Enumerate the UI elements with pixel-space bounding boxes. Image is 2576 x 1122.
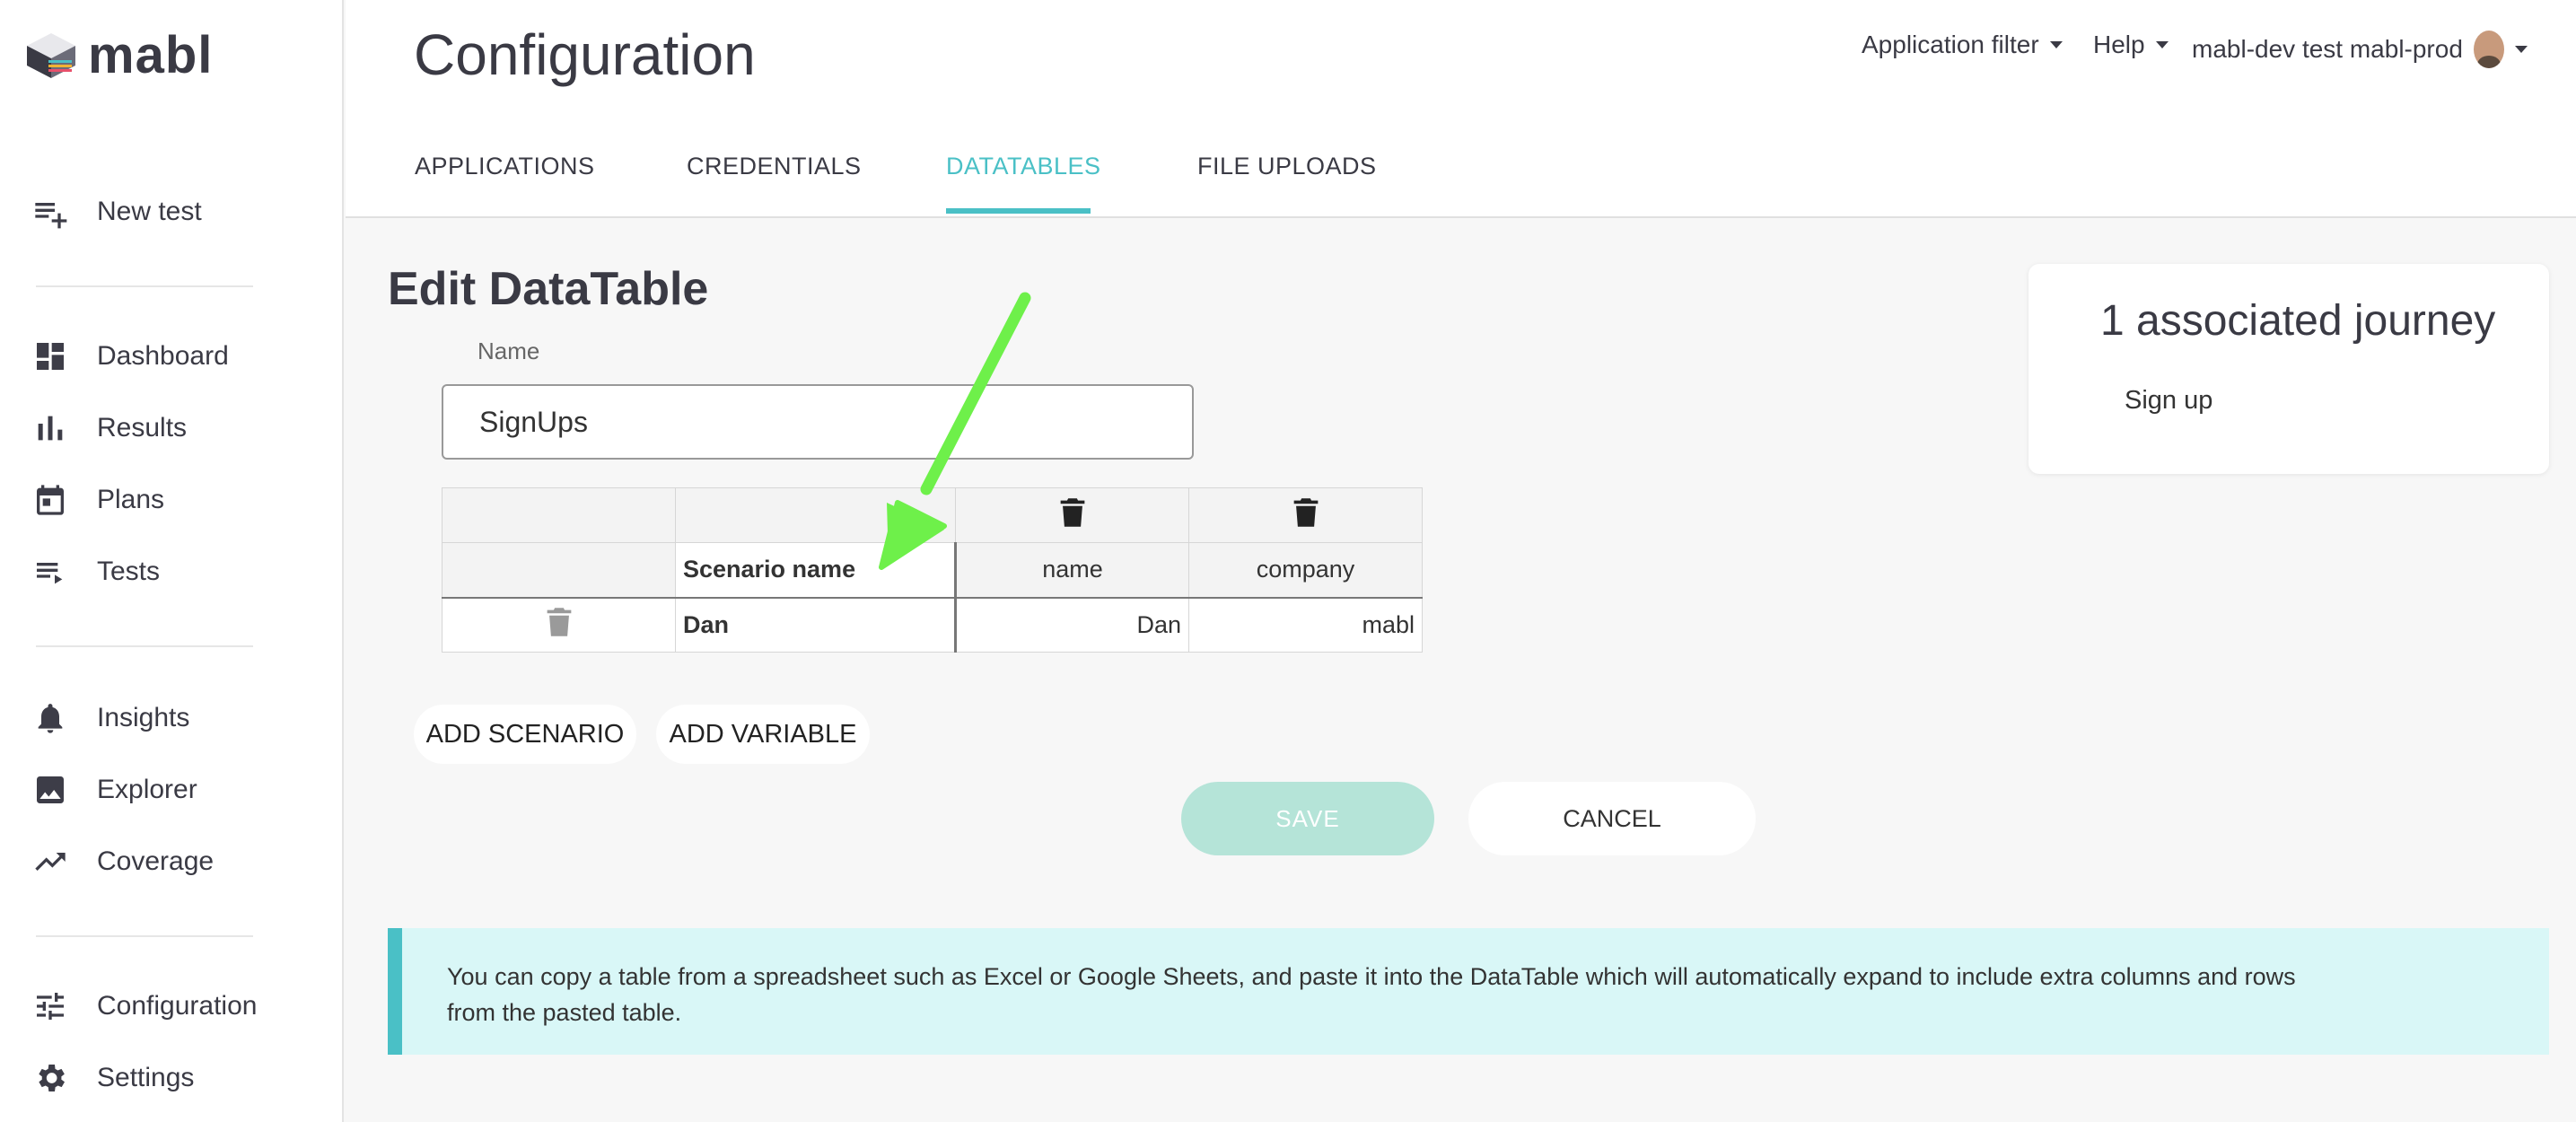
column-header-scenario-name[interactable]: Scenario name bbox=[675, 542, 957, 599]
sidebar-item-settings[interactable]: Settings bbox=[31, 1056, 194, 1100]
tab-applications[interactable]: APPLICATIONS bbox=[415, 153, 595, 180]
sidebar: mabl New test Dashboard Results Plans Te… bbox=[0, 0, 344, 1122]
sidebar-item-dashboard[interactable]: Dashboard bbox=[31, 334, 229, 379]
bar-chart-icon bbox=[31, 408, 70, 448]
sidebar-item-configuration[interactable]: Configuration bbox=[31, 984, 257, 1029]
nav-divider bbox=[36, 645, 253, 647]
chevron-down-icon bbox=[2155, 41, 2169, 48]
table-header-row: Scenario name name company bbox=[442, 542, 1423, 599]
logo[interactable]: mabl bbox=[22, 25, 213, 85]
sidebar-item-label: Coverage bbox=[97, 846, 215, 876]
delete-column-name-button[interactable] bbox=[955, 487, 1189, 543]
bell-icon bbox=[31, 698, 70, 738]
edit-datatable-title: Edit DataTable bbox=[388, 263, 709, 315]
journey-link[interactable]: Sign up bbox=[2125, 386, 2212, 416]
image-icon bbox=[31, 770, 70, 810]
application-filter-label: Application filter bbox=[1862, 31, 2039, 58]
table-row: Dan Dan mabl bbox=[442, 597, 1423, 653]
table-cell bbox=[442, 542, 676, 599]
account-label: mabl-dev test mabl-prod bbox=[2192, 35, 2463, 63]
tab-datatables[interactable]: DATATABLES bbox=[946, 153, 1101, 180]
sidebar-item-label: Results bbox=[97, 413, 188, 443]
delete-row-button[interactable] bbox=[442, 597, 676, 653]
datatable-name-input[interactable] bbox=[442, 384, 1194, 460]
tune-icon bbox=[31, 986, 70, 1026]
help-label: Help bbox=[2093, 31, 2145, 58]
sidebar-item-new-test[interactable]: New test bbox=[31, 189, 202, 234]
scenario-name-cell[interactable]: Dan bbox=[675, 597, 957, 653]
account-dropdown[interactable]: mabl-dev test mabl-prod bbox=[2192, 31, 2528, 68]
sidebar-item-label: New test bbox=[97, 197, 202, 226]
application-filter-dropdown[interactable]: Application filter bbox=[1862, 31, 2063, 59]
cancel-button[interactable]: CANCEL bbox=[1468, 782, 1756, 855]
sidebar-item-label: Dashboard bbox=[97, 341, 229, 371]
sidebar-item-label: Insights bbox=[97, 703, 190, 732]
help-dropdown[interactable]: Help bbox=[2093, 31, 2169, 59]
table-row bbox=[442, 487, 1423, 543]
name-value-cell[interactable]: Dan bbox=[955, 597, 1189, 653]
add-variable-button[interactable]: ADD VARIABLE bbox=[656, 705, 870, 764]
sidebar-item-label: Explorer bbox=[97, 775, 197, 804]
header: Configuration Application filter Help ma… bbox=[346, 0, 2576, 218]
sidebar-item-label: Settings bbox=[97, 1063, 195, 1092]
associated-journeys-card: 1 associated journey Sign up bbox=[2028, 264, 2549, 474]
sidebar-item-label: Configuration bbox=[97, 991, 258, 1021]
mabl-logo-icon bbox=[27, 32, 75, 78]
column-header-name[interactable]: name bbox=[955, 542, 1189, 599]
logo-text: mabl bbox=[88, 26, 214, 84]
sidebar-item-coverage[interactable]: Coverage bbox=[31, 839, 214, 884]
sidebar-item-explorer[interactable]: Explorer bbox=[31, 767, 197, 812]
page-title: Configuration bbox=[414, 22, 756, 87]
sidebar-item-label: Plans bbox=[97, 485, 165, 514]
active-tab-indicator bbox=[946, 208, 1091, 214]
sidebar-item-insights[interactable]: Insights bbox=[31, 696, 189, 741]
trash-icon bbox=[1292, 497, 1319, 528]
column-header-company[interactable]: company bbox=[1188, 542, 1423, 599]
nav-divider bbox=[36, 935, 253, 937]
chevron-down-icon bbox=[2049, 41, 2063, 48]
sidebar-item-tests[interactable]: Tests bbox=[31, 549, 160, 594]
avatar bbox=[2473, 31, 2504, 68]
gear-icon bbox=[31, 1058, 70, 1098]
associated-journeys-title: 1 associated journey bbox=[2100, 297, 2496, 345]
table-cell bbox=[442, 487, 676, 543]
sidebar-item-label: Tests bbox=[97, 557, 161, 586]
sidebar-item-results[interactable]: Results bbox=[31, 406, 187, 451]
delete-column-company-button[interactable] bbox=[1188, 487, 1423, 543]
nav-divider bbox=[36, 285, 253, 287]
dashboard-icon bbox=[31, 337, 70, 376]
sidebar-item-plans[interactable]: Plans bbox=[31, 478, 164, 522]
trash-icon bbox=[1059, 497, 1086, 528]
trash-icon bbox=[546, 607, 573, 637]
datatable-grid: Scenario name name company Dan Dan mabl bbox=[442, 487, 1423, 653]
add-scenario-button[interactable]: ADD SCENARIO bbox=[414, 705, 636, 764]
chevron-down-icon bbox=[2514, 46, 2528, 53]
tab-file-uploads[interactable]: FILE UPLOADS bbox=[1197, 153, 1377, 180]
table-cell bbox=[675, 487, 956, 543]
info-banner: You can copy a table from a spreadsheet … bbox=[388, 928, 2549, 1055]
playlist-play-icon bbox=[31, 552, 70, 592]
company-value-cell[interactable]: mabl bbox=[1188, 597, 1423, 653]
save-button[interactable]: SAVE bbox=[1181, 782, 1434, 855]
tab-credentials[interactable]: CREDENTIALS bbox=[687, 153, 862, 180]
info-text: You can copy a table from a spreadsheet … bbox=[447, 963, 2296, 1026]
playlist-add-icon bbox=[31, 192, 70, 232]
name-label: Name bbox=[478, 337, 540, 364]
calendar-icon bbox=[31, 480, 70, 520]
trending-up-icon bbox=[31, 842, 70, 881]
